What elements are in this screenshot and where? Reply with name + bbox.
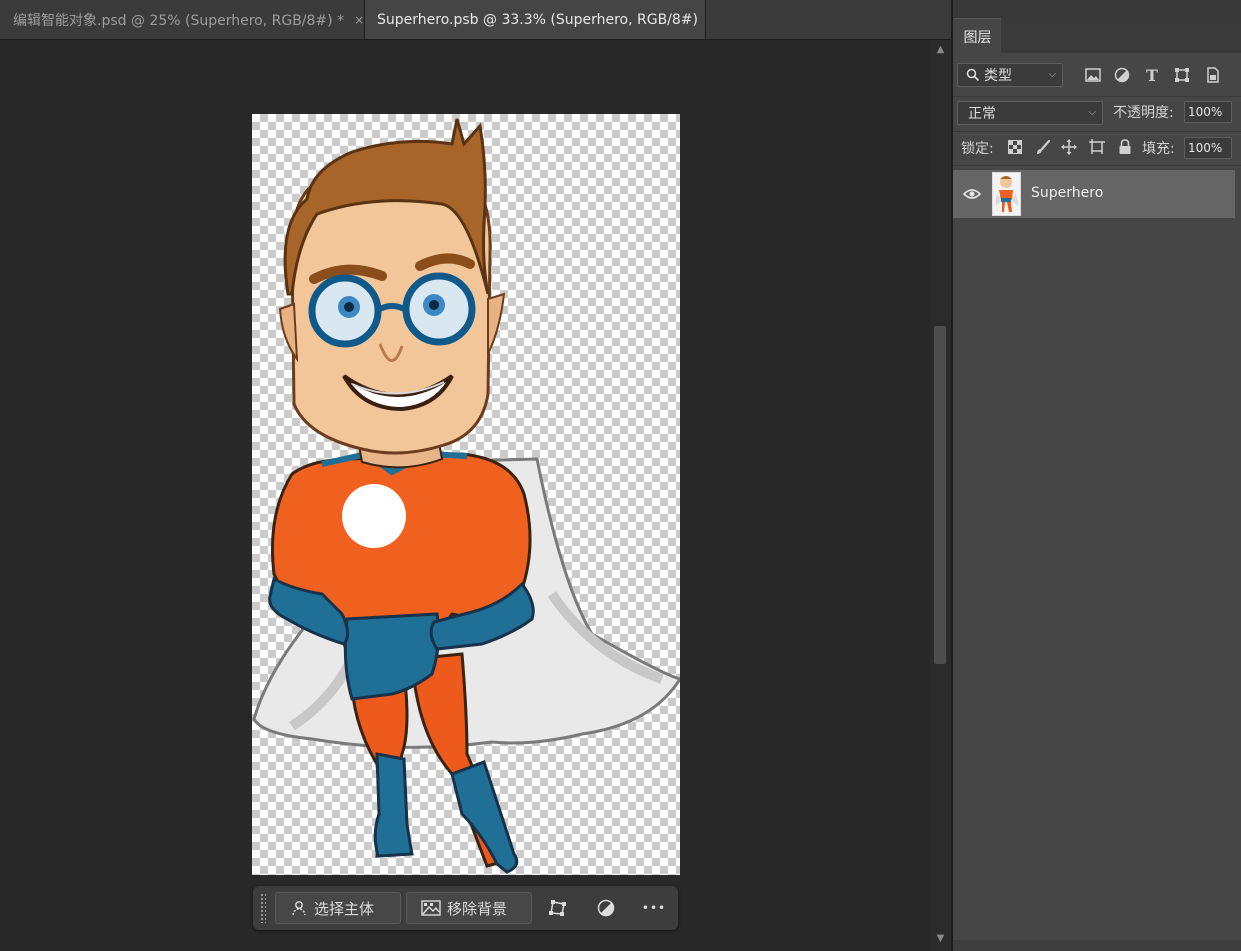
lock-artboard-icon[interactable] [1088,138,1106,156]
select-subject-button[interactable]: 选择主体 [275,892,401,924]
separator [953,96,1241,97]
adjustment-icon[interactable] [594,896,618,920]
document-canvas[interactable] [252,114,680,875]
scrollbar-thumb[interactable] [934,326,946,664]
drag-handle[interactable] [260,893,266,923]
opacity-label: 不透明度: [1113,105,1174,121]
select-subject-icon [292,901,306,916]
chevron-down-icon: ⌵ [1088,107,1096,118]
fill-label: 填充: [1142,141,1175,157]
superhero-illustration [252,118,680,874]
blend-mode-value: 正常 [968,106,996,122]
tab-edit-smart-object[interactable]: 编辑智能对象.psd @ 25% (Superhero, RGB/8#) * × [0,0,364,39]
panel-footer [953,940,1241,951]
tab-label: Superhero.psb @ 33.3% (Superhero, RGB/8#… [377,11,698,28]
search-icon [966,68,980,82]
tab-label: 编辑智能对象.psd @ 25% (Superhero, RGB/8#) * [13,12,345,29]
tab-superhero-psb[interactable]: Superhero.psb @ 33.3% (Superhero, RGB/8#… [364,0,706,39]
contextual-task-bar: 选择主体 移除背景 ••• [253,886,678,930]
remove-background-icon [421,900,441,916]
separator [953,131,1241,132]
lock-transparent-icon[interactable] [1006,138,1024,156]
tab-close-icon[interactable]: × [354,13,364,27]
layer-row-superhero[interactable]: Superhero [953,170,1235,218]
remove-background-label: 移除背景 [447,899,508,918]
chevron-down-icon: ⌵ [1048,69,1056,80]
transform-icon[interactable] [546,896,570,920]
image-filter-icon[interactable] [1084,66,1102,84]
fill-input[interactable]: 100% [1184,137,1232,159]
layer-filter-value: 类型 [984,68,1012,84]
separator [953,165,1241,166]
shape-filter-icon[interactable] [1173,66,1191,84]
layers-panel: 图层 类型 ⌵ T 正常 ⌵ 不透明度: 100% 锁定: 填充: 100% S… [953,0,1241,951]
more-icon[interactable]: ••• [642,896,666,920]
layer-thumbnail[interactable] [992,172,1021,216]
layer-name[interactable]: Superhero [1031,185,1103,201]
scroll-up-icon[interactable]: ▲ [930,44,951,55]
panel-tab-strip [1001,18,1241,53]
opacity-input[interactable]: 100% [1184,101,1232,123]
lock-pixels-icon[interactable] [1034,138,1052,156]
select-subject-label: 选择主体 [314,899,375,918]
smart-object-filter-icon[interactable] [1204,66,1222,84]
visibility-eye-icon[interactable] [962,186,982,202]
blend-mode-select[interactable]: 正常 ⌵ [957,101,1103,125]
type-filter-icon[interactable]: T [1143,66,1161,85]
tab-layers[interactable]: 图层 [954,18,1001,54]
vertical-scrollbar[interactable]: ▲ ▼ [930,40,951,951]
scroll-down-icon[interactable]: ▼ [930,933,951,944]
lock-all-icon[interactable] [1116,138,1134,156]
document-tab-bar: 编辑智能对象.psd @ 25% (Superhero, RGB/8#) * ×… [0,0,952,40]
lock-label: 锁定: [961,141,994,157]
layer-filter-select[interactable]: 类型 ⌵ [957,63,1063,87]
lock-position-icon[interactable] [1060,138,1078,156]
remove-background-button[interactable]: 移除背景 [406,892,532,924]
panel-header-strip [953,0,1241,18]
adjustment-filter-icon[interactable] [1113,66,1131,84]
